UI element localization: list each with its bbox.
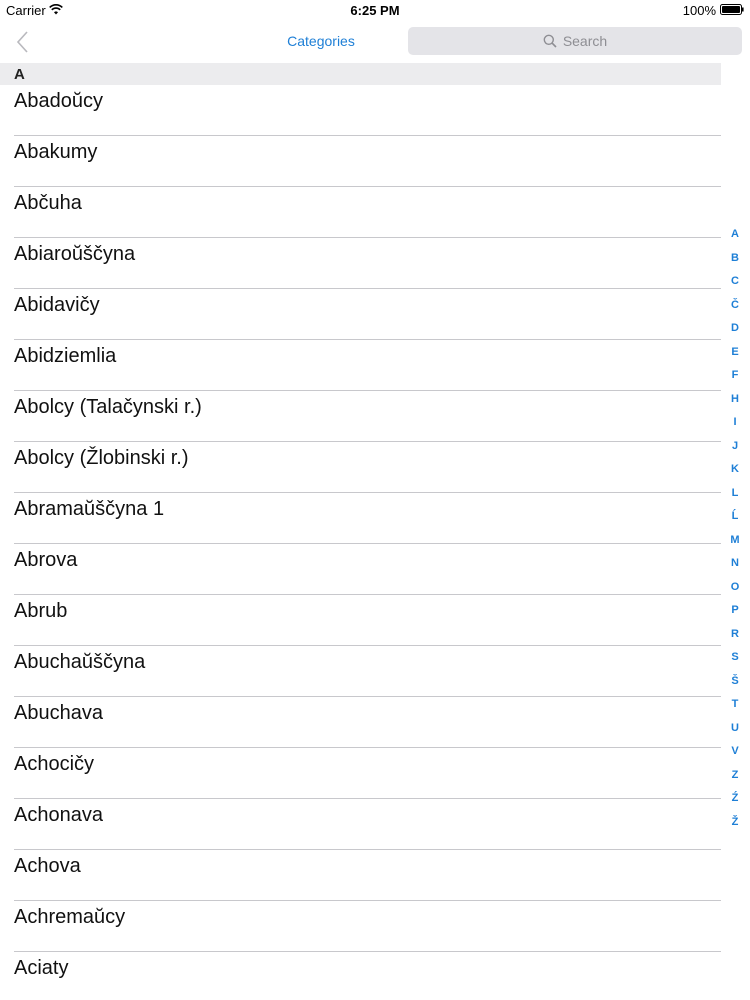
battery-icon <box>720 4 744 15</box>
index-letter[interactable]: C <box>722 273 748 297</box>
list-item-label: Achocičy <box>14 753 95 775</box>
index-letter[interactable]: H <box>722 391 748 415</box>
index-letter[interactable]: I <box>722 414 748 438</box>
list-item-label: Abuchaŭščyna <box>14 651 146 673</box>
list-item-label: Abolcy (Žlobinski r.) <box>14 447 189 469</box>
index-letter[interactable]: N <box>722 555 748 579</box>
index-letter[interactable]: O <box>722 579 748 603</box>
index-letter[interactable]: R <box>722 626 748 650</box>
list-item[interactable]: Abuchaŭščyna <box>0 646 721 697</box>
list-item-label: Abramaŭščyna 1 <box>14 498 165 520</box>
back-chevron-icon[interactable] <box>14 30 32 54</box>
search-input[interactable]: Search <box>408 27 742 55</box>
search-icon <box>543 34 557 48</box>
index-letter[interactable]: Č <box>722 297 748 321</box>
list-item-label: Abuchava <box>14 702 103 724</box>
index-letter[interactable]: S <box>722 649 748 673</box>
index-letter[interactable]: Z <box>722 767 748 791</box>
category-list: Abadoŭcy Abakumy Abčuha Abiaroŭščyna Abi… <box>0 85 721 1000</box>
nav-title[interactable]: Categories <box>250 33 392 49</box>
index-letter[interactable]: T <box>722 696 748 720</box>
list-item-label: Abčuha <box>14 192 82 214</box>
list-item-label: Abidavičy <box>14 294 100 316</box>
list-item[interactable]: Abidavičy <box>0 289 721 340</box>
list-item-label: Abiaroŭščyna <box>14 243 136 265</box>
screen: Carrier 6:25 PM 100% Categories Search A… <box>0 0 750 1000</box>
index-letter[interactable]: Š <box>722 673 748 697</box>
index-letter[interactable]: U <box>722 720 748 744</box>
battery-percentage: 100% <box>682 3 716 18</box>
index-letter[interactable]: Ź <box>722 790 748 814</box>
index-letter[interactable]: F <box>722 367 748 391</box>
section-index-bar[interactable]: A B C Č D E F H I J K L Ĺ M N O P R S Š … <box>722 226 748 837</box>
index-letter[interactable]: K <box>722 461 748 485</box>
list-item-label: Achonava <box>14 804 103 826</box>
list-item-label: Aciaty <box>14 957 69 979</box>
list-item[interactable]: Abrub <box>0 595 721 646</box>
list-item[interactable]: Achremaŭcy <box>0 901 721 952</box>
list-item-label: Abrova <box>14 549 78 571</box>
index-letter[interactable]: M <box>722 532 748 556</box>
list-item[interactable]: Achonava <box>0 799 721 850</box>
index-letter[interactable]: B <box>722 250 748 274</box>
search-placeholder: Search <box>562 33 608 49</box>
list-item[interactable]: Abidziemlia <box>0 340 721 391</box>
index-letter[interactable]: Ĺ <box>722 508 748 532</box>
index-letter[interactable]: A <box>722 226 748 250</box>
section-header-label: A <box>14 66 25 83</box>
list-item-label: Abakumy <box>14 141 98 163</box>
search-input-content: Search <box>408 27 742 55</box>
list-item[interactable]: Achova <box>0 850 721 901</box>
index-letter[interactable]: E <box>722 344 748 368</box>
section-header: A <box>0 63 721 85</box>
list-item[interactable]: Aciaty <box>0 952 721 1000</box>
list-item[interactable]: Abramaŭščyna 1 <box>0 493 721 544</box>
list-item[interactable]: Achocičy <box>0 748 721 799</box>
list-item[interactable]: Abolcy (Talačynski r.) <box>0 391 721 442</box>
list-item[interactable]: Abakumy <box>0 136 721 187</box>
index-letter[interactable]: Ž <box>722 814 748 838</box>
status-bar: Carrier 6:25 PM 100% <box>0 0 750 20</box>
clock: 6:25 PM <box>350 3 400 18</box>
list-item-label: Achremaŭcy <box>14 906 126 928</box>
list-item-label: Abolcy (Talačynski r.) <box>14 396 202 418</box>
index-letter[interactable]: D <box>722 320 748 344</box>
list-item[interactable]: Abčuha <box>0 187 721 238</box>
list-item-label: Abrub <box>14 600 68 622</box>
list-item-label: Achova <box>14 855 81 877</box>
list-item[interactable]: Abrova <box>0 544 721 595</box>
list-item-label: Abadoŭcy <box>14 90 103 112</box>
index-letter[interactable]: J <box>722 438 748 462</box>
index-letter[interactable]: V <box>722 743 748 767</box>
list-item[interactable]: Abuchava <box>0 697 721 748</box>
list-item[interactable]: Abolcy (Žlobinski r.) <box>0 442 721 493</box>
index-letter[interactable]: P <box>722 602 748 626</box>
list-item[interactable]: Abiaroŭščyna <box>0 238 721 289</box>
list-item[interactable]: Abadoŭcy <box>0 85 721 136</box>
navigation-bar: Categories Search <box>0 20 750 62</box>
index-letter[interactable]: L <box>722 485 748 509</box>
list-item-label: Abidziemlia <box>14 345 117 367</box>
